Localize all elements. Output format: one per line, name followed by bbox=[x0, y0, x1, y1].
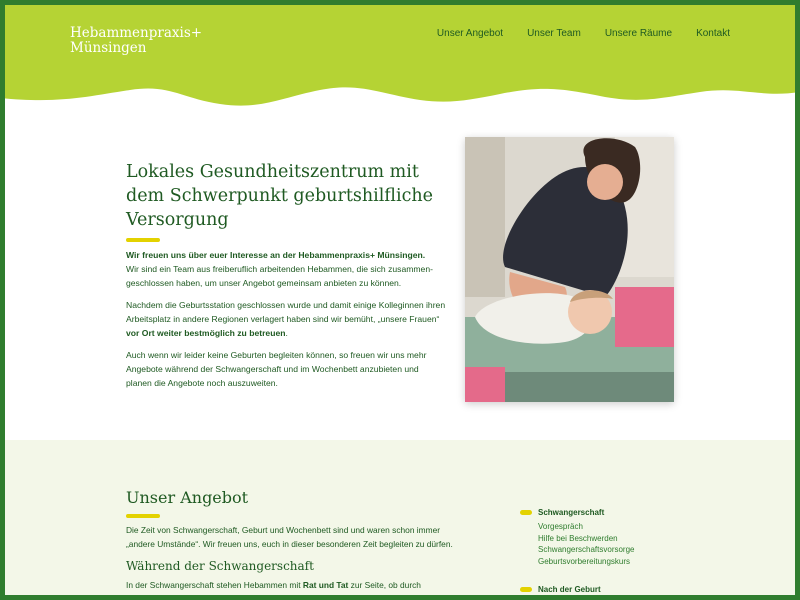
category-marker-icon bbox=[520, 510, 532, 515]
logo-line-2: Münsingen bbox=[70, 40, 147, 56]
offer-intro: Die Zeit von Schwangerschaft, Geburt und… bbox=[126, 525, 453, 549]
offer-text-start: In der Schwangerschaft stehen Hebammen m… bbox=[126, 580, 303, 590]
hero-p2-start: Nachdem die Geburtsstation geschlossen w… bbox=[126, 300, 446, 324]
offer-accent-bar bbox=[126, 514, 160, 518]
offer-section: Unser Angebot Die Zeit von Schwangerscha… bbox=[0, 440, 800, 600]
category-label: Nach der Geburt bbox=[538, 585, 601, 594]
sidebar-category-nach-der-geburt[interactable]: Nach der Geburt bbox=[520, 585, 670, 594]
sidebar-subitem[interactable]: Hilfe bei Beschwerden bbox=[520, 533, 670, 545]
offer-text-end: zur Seite, ob durch bbox=[348, 580, 421, 590]
hero-p1-text: Wir sind ein Team aus freiberuflich arbe… bbox=[126, 264, 433, 288]
nav-unsere-raeume[interactable]: Unsere Räume bbox=[605, 28, 672, 39]
hero-p2-end: . bbox=[285, 328, 288, 338]
title-accent-bar bbox=[126, 238, 160, 242]
offer-sidebar: Schwangerschaft Vorgespräch Hilfe bei Be… bbox=[520, 508, 670, 598]
offer-text-bold: Rat und Tat bbox=[302, 580, 349, 590]
sidebar-subitem[interactable]: Vorgespräch bbox=[520, 521, 670, 533]
header-wave-background bbox=[0, 0, 800, 106]
site-logo[interactable]: Hebammenpraxis+ Münsingen bbox=[70, 26, 202, 56]
nav-unser-angebot[interactable]: Unser Angebot bbox=[437, 28, 503, 39]
main-nav: Unser Angebot Unser Team Unsere Räume Ko… bbox=[437, 28, 730, 39]
category-label: Schwangerschaft bbox=[538, 508, 605, 517]
offer-main: Unser Angebot Die Zeit von Schwangerscha… bbox=[126, 488, 466, 599]
hero-p1-bold: Wir freuen uns über euer Interesse an de… bbox=[126, 250, 426, 260]
site-header: Hebammenpraxis+ Münsingen Unser Angebot … bbox=[0, 0, 800, 120]
sidebar-subitem[interactable]: Schwangerschaftsvorsorge bbox=[520, 544, 670, 556]
offer-title: Unser Angebot bbox=[126, 488, 249, 507]
hero-title: Lokales Gesundheitszentrum mit dem Schwe… bbox=[126, 162, 433, 230]
logo-line-1: Hebammenpraxis+ bbox=[70, 25, 203, 41]
nav-unser-team[interactable]: Unser Team bbox=[527, 28, 581, 39]
hero-paragraph-2: Nachdem die Geburtsstation geschlossen w… bbox=[126, 298, 446, 340]
hero-paragraph-3: Auch wenn wir leider keine Geburten begl… bbox=[126, 350, 427, 388]
hero-section: Lokales Gesundheitszentrum mit dem Schwe… bbox=[126, 160, 446, 398]
offer-subtitle: Während der Schwangerschaft bbox=[126, 559, 314, 573]
sidebar-subitem[interactable]: Geburtsvorbereitungskurs bbox=[520, 556, 670, 568]
category-marker-icon bbox=[520, 587, 532, 592]
midwife-baby-photo bbox=[465, 137, 674, 402]
hero-p2-bold: vor Ort weiter bestmöglich zu betreuen bbox=[126, 328, 286, 338]
sidebar-category-schwangerschaft[interactable]: Schwangerschaft bbox=[520, 508, 670, 517]
nav-kontakt[interactable]: Kontakt bbox=[696, 28, 730, 39]
offer-text: In der Schwangerschaft stehen Hebammen m… bbox=[126, 579, 466, 593]
hero-paragraph-1: Wir freuen uns über euer Interesse an de… bbox=[126, 248, 446, 290]
